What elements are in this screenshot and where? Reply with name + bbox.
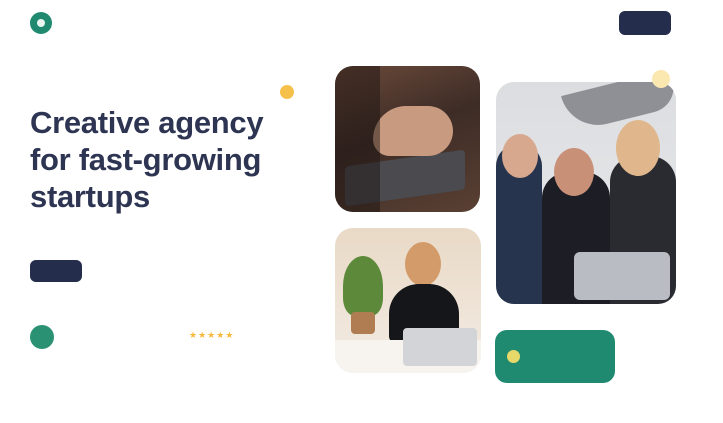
brand-logo[interactable] <box>30 12 58 34</box>
sparkle-icon <box>280 85 294 99</box>
hero-title: Creative agency for fast-growing startup… <box>30 105 264 214</box>
header-cta-button[interactable] <box>619 11 671 35</box>
badge-icon <box>507 350 520 363</box>
rating-block: ★ ★ ★ ★ ★ <box>183 331 233 340</box>
stat-card <box>495 330 615 383</box>
star-icon: ★ <box>207 330 216 340</box>
sparkle-icon <box>652 70 670 88</box>
laptop-typing-photo <box>335 66 480 212</box>
avatar <box>30 325 54 349</box>
star-icon: ★ <box>198 330 207 340</box>
logo-mark-icon <box>30 12 52 34</box>
star-icon: ★ <box>189 330 198 340</box>
star-rating: ★ ★ ★ ★ ★ <box>189 331 233 340</box>
landing-page: Creative agency for fast-growing startup… <box>0 0 723 423</box>
hero-cta-button[interactable] <box>30 260 82 282</box>
woman-at-laptop-photo <box>335 228 481 373</box>
team-photo <box>496 82 676 304</box>
trust-block <box>30 325 64 349</box>
star-icon: ★ <box>225 330 234 340</box>
star-icon: ★ <box>216 330 225 340</box>
